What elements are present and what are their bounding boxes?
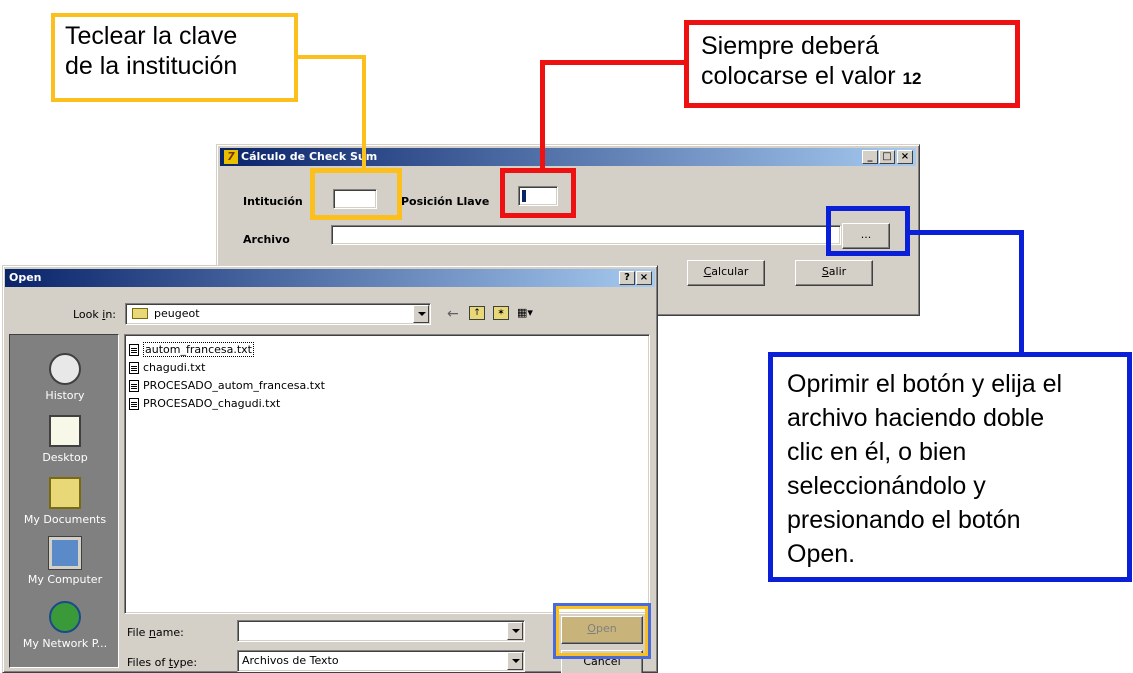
app-logo-icon: 7 <box>224 150 238 164</box>
network-icon <box>49 601 81 633</box>
desktop-icon <box>49 415 81 447</box>
calculate-button[interactable]: Calcular <box>687 260 765 286</box>
institution-callout: Teclear la clave de la institución <box>51 13 298 102</box>
file-callout: Oprimir el botón y elija el archivo haci… <box>768 352 1132 582</box>
minimize-button[interactable]: _ <box>862 150 878 164</box>
position-note-value: 12 <box>902 69 922 88</box>
text-file-icon <box>129 362 139 374</box>
position-connector <box>540 60 686 65</box>
place-my-computer[interactable]: My Computer <box>10 536 120 586</box>
browse-highlight <box>826 206 910 256</box>
folder-icon <box>132 308 148 319</box>
close-button[interactable]: × <box>897 150 913 164</box>
new-folder-icon[interactable]: ✶ <box>493 306 509 320</box>
my-documents-icon <box>49 477 81 509</box>
files-of-type-dropdown[interactable]: Archivos de Texto <box>237 650 525 672</box>
text-file-icon <box>129 344 139 356</box>
my-computer-icon <box>48 536 82 570</box>
places-bar: History Desktop My Documents My Computer… <box>9 334 119 668</box>
file-name-input[interactable] <box>237 620 525 642</box>
institution-connector <box>298 55 366 59</box>
place-my-network[interactable]: My Network P... <box>10 601 120 650</box>
up-folder-icon[interactable]: ↑ <box>469 306 485 320</box>
files-of-type-label: Files of type: <box>127 656 198 669</box>
place-desktop[interactable]: Desktop <box>10 415 120 464</box>
files-of-type-value: Archivos de Texto <box>242 654 339 667</box>
position-label: Posición Llave <box>401 195 490 208</box>
exit-button[interactable]: Salir <box>795 260 873 286</box>
position-callout: Siempre deberá colocarse el valor 12 <box>684 20 1020 108</box>
maximize-button[interactable]: □ <box>879 150 895 164</box>
look-in-dropdown[interactable]: peugeot <box>125 303 431 325</box>
file-item[interactable]: PROCESADO_chagudi.txt <box>129 395 280 413</box>
file-label: Archivo <box>243 233 290 246</box>
file-list[interactable]: autom_francesa.txt chagudi.txt PROCESADO… <box>124 334 650 614</box>
position-highlight <box>500 168 576 218</box>
text-file-icon <box>129 380 139 392</box>
file-path-input[interactable] <box>331 225 841 245</box>
view-menu-icon[interactable]: ▦▾ <box>517 306 541 320</box>
file-connector <box>910 230 1024 235</box>
help-button[interactable]: ? <box>619 271 635 285</box>
institution-label: Intitución <box>243 195 303 208</box>
open-titlebar: Open ? × <box>5 269 655 287</box>
file-name-label: File name: <box>127 626 184 639</box>
text-file-icon <box>129 398 139 410</box>
history-icon <box>49 353 81 385</box>
checksum-title: Cálculo de Ch <box>241 150 325 163</box>
file-item[interactable]: autom_francesa.txt <box>129 341 254 359</box>
open-dialog-title: Open <box>9 271 42 284</box>
look-in-value: peugeot <box>154 307 200 320</box>
file-item[interactable]: PROCESADO_autom_francesa.txt <box>129 377 325 395</box>
file-item[interactable]: chagudi.txt <box>129 359 205 377</box>
place-history[interactable]: History <box>10 353 120 402</box>
open-button-highlight <box>553 603 651 659</box>
institution-highlight <box>310 168 402 220</box>
place-my-documents[interactable]: My Documents <box>10 477 120 526</box>
dialog-close-button[interactable]: × <box>636 271 652 285</box>
back-icon[interactable]: ← <box>447 306 459 322</box>
checksum-titlebar: 7 Cálculo de Check Sum _ □ × <box>220 148 916 166</box>
look-in-label: Look in: <box>73 308 117 321</box>
